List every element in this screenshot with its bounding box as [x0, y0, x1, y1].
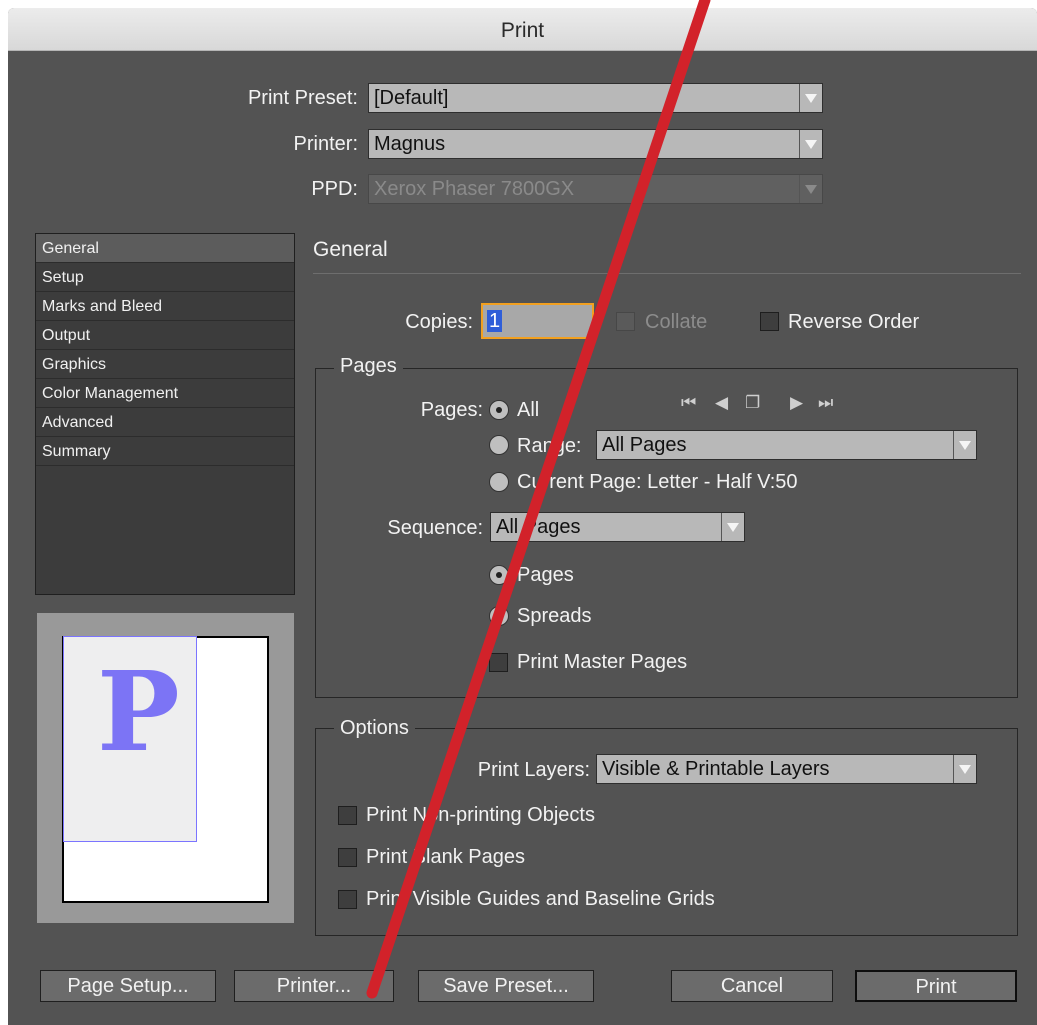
annotation-stroke	[366, 0, 711, 999]
annotation-line	[366, 0, 711, 999]
